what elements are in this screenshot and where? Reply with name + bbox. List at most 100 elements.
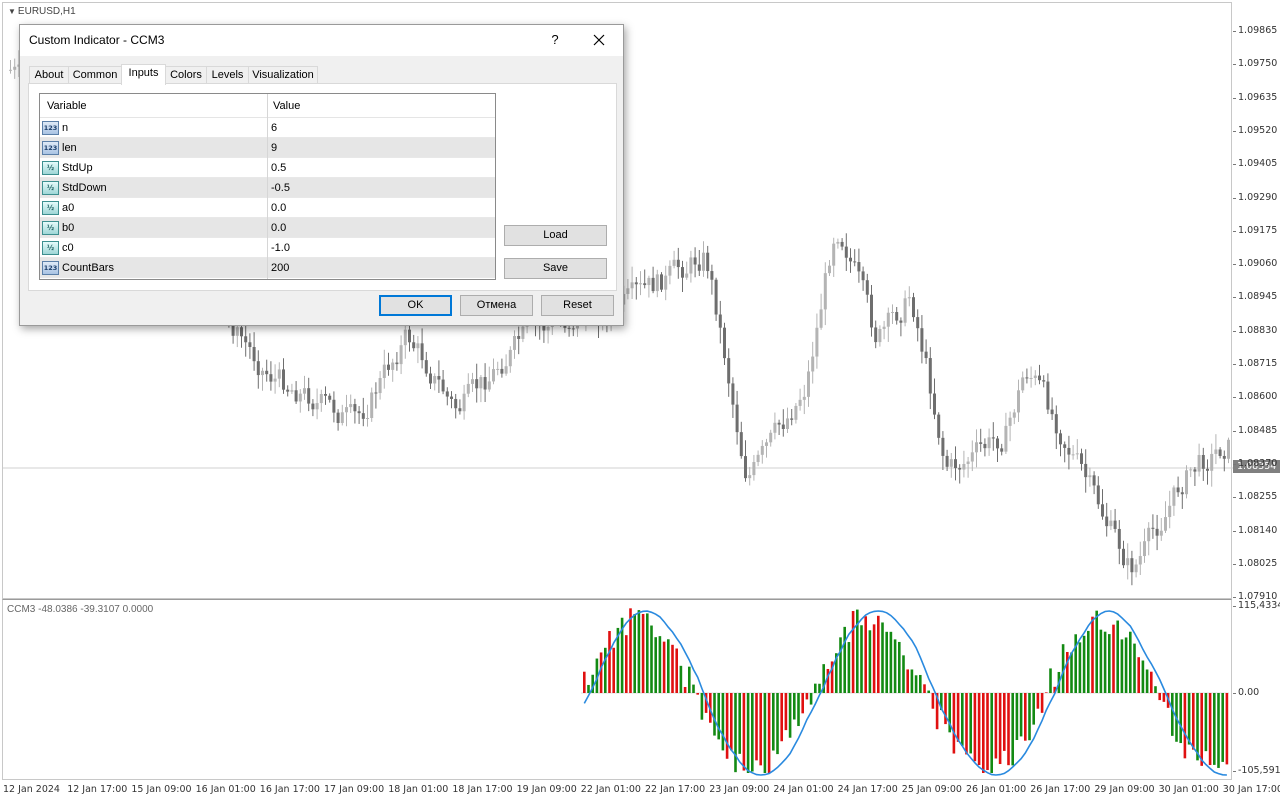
tab-inputs[interactable]: Inputs xyxy=(121,64,166,85)
param-value[interactable]: -1.0 xyxy=(271,242,290,254)
price-tick-label: 1.09520 xyxy=(1232,124,1278,136)
histogram-bar-down xyxy=(1024,693,1027,741)
bullish-candle xyxy=(966,461,970,464)
tab-about[interactable]: About xyxy=(29,66,69,84)
help-button[interactable]: ? xyxy=(542,28,568,52)
dialog-titlebar[interactable]: Custom Indicator - CCM3 ? xyxy=(20,25,623,56)
bullish-candle xyxy=(340,412,344,423)
bullish-candle xyxy=(1210,453,1214,471)
bearish-candle xyxy=(899,320,903,323)
column-separator[interactable] xyxy=(267,94,268,279)
bearish-candle xyxy=(849,257,852,262)
reset-button[interactable]: Reset xyxy=(541,295,614,316)
histogram-bar-up xyxy=(746,693,750,773)
bullish-candle xyxy=(546,326,550,331)
bullish-candle xyxy=(235,327,239,336)
symbol-tag: ▼ EURUSD,H1 xyxy=(8,6,76,17)
histogram-bar-up xyxy=(650,625,653,693)
bullish-candle xyxy=(349,404,353,408)
histogram-bar-up xyxy=(1103,631,1107,693)
bearish-candle xyxy=(1180,492,1184,495)
histogram-bar-down xyxy=(683,686,687,693)
bullish-candle xyxy=(664,275,668,290)
histogram-bar-down xyxy=(583,671,586,693)
histogram-bar-up xyxy=(793,693,796,720)
histogram-bar-down xyxy=(1225,693,1229,765)
indicator-subwindow[interactable]: CCM3 -48.0386 -39.3107 0.0000 xyxy=(2,599,1232,780)
tab-colors[interactable]: Colors xyxy=(165,66,207,84)
bearish-candle xyxy=(1096,485,1100,505)
inputs-panel: Variable Value 123 n 6 123 len 9 ½ StdUp 0.5 ½ Std… xyxy=(28,83,617,291)
bearish-candle xyxy=(983,443,987,449)
histogram-bar-down xyxy=(625,635,628,693)
bullish-candle xyxy=(1214,449,1218,454)
bearish-candle xyxy=(1038,375,1041,381)
bearish-candle xyxy=(844,246,848,258)
price-tick-label: 1.08945 xyxy=(1232,291,1278,303)
param-value[interactable]: 200 xyxy=(271,262,289,274)
inputs-grid[interactable]: Variable Value 123 n 6 123 len 9 ½ StdUp 0.5 ½ Std… xyxy=(39,93,496,280)
price-axis[interactable]: 1.08354 115,4334 0.00 -105,5916 1.098651… xyxy=(1232,0,1280,780)
param-value[interactable]: 0.0 xyxy=(271,222,286,234)
histogram-bar-up xyxy=(587,684,590,693)
time-axis[interactable]: 12 Jan 2024 12 Jan 17:00 15 Jan 09:00 16 Ja… xyxy=(0,780,1280,800)
dropdown-triangle-icon[interactable]: ▼ xyxy=(8,7,16,16)
indicator-min-label: -105,5916 xyxy=(1233,765,1280,776)
tab-common[interactable]: Common xyxy=(68,66,122,84)
cancel-button[interactable]: Отмена xyxy=(460,295,533,316)
time-tick-label: 22 Jan 17:00 xyxy=(645,784,706,795)
price-tick-label: 1.08025 xyxy=(1232,557,1278,569)
load-button[interactable]: Load xyxy=(504,225,607,246)
param-value[interactable]: 0.0 xyxy=(271,202,286,214)
bearish-candle xyxy=(437,376,441,380)
bullish-candle xyxy=(466,383,470,394)
time-tick-label: 22 Jan 01:00 xyxy=(580,784,641,795)
bearish-candle xyxy=(475,379,479,389)
variable-column-header[interactable]: Variable xyxy=(47,100,87,112)
param-value[interactable]: 6 xyxy=(271,122,277,134)
bearish-candle xyxy=(454,398,458,409)
histogram-bar-up xyxy=(738,693,741,754)
time-tick-label: 30 Jan 17:00 xyxy=(1222,784,1280,795)
param-value[interactable]: 0.5 xyxy=(271,162,286,174)
price-tick-label: 1.07910 xyxy=(1232,591,1278,603)
value-column-header[interactable]: Value xyxy=(273,100,300,112)
bullish-candle xyxy=(668,265,672,276)
bullish-candle xyxy=(786,418,789,429)
histogram-bar-up xyxy=(919,674,922,693)
tab-visualization[interactable]: Visualization xyxy=(248,66,318,84)
histogram-bar-down xyxy=(1192,693,1195,750)
bearish-candle xyxy=(252,347,256,362)
bearish-candle xyxy=(634,282,638,285)
param-value[interactable]: -0.5 xyxy=(271,182,290,194)
close-button[interactable] xyxy=(586,28,612,52)
ok-button[interactable]: OK xyxy=(379,295,452,316)
bullish-candle xyxy=(479,377,483,389)
bearish-candle xyxy=(1042,380,1046,382)
bullish-candle xyxy=(886,312,890,327)
bearish-candle xyxy=(424,360,428,374)
bearish-candle xyxy=(1201,454,1205,469)
histogram-bar-up xyxy=(814,683,817,693)
ccm3-histogram xyxy=(581,608,1229,776)
histogram-bar-down xyxy=(1045,692,1048,693)
bullish-candle xyxy=(303,388,306,394)
save-button[interactable]: Save xyxy=(504,258,607,279)
histogram-bar-up xyxy=(885,631,888,693)
bullish-candle xyxy=(1021,377,1025,391)
dialog-title: Custom Indicator - CCM3 xyxy=(29,33,165,47)
bearish-candle xyxy=(1222,455,1226,459)
histogram-bar-down xyxy=(1066,651,1069,693)
time-tick-label: 26 Jan 01:00 xyxy=(966,784,1027,795)
histogram-bar-down xyxy=(662,641,666,693)
integer-type-icon: 123 xyxy=(42,261,59,275)
histogram-bar-down xyxy=(784,693,788,731)
bearish-candle xyxy=(676,259,680,268)
tab-levels[interactable]: Levels xyxy=(206,66,249,84)
param-value[interactable]: 9 xyxy=(271,142,277,154)
histogram-bar-down xyxy=(977,693,981,766)
bearish-candle xyxy=(1063,444,1067,448)
time-tick-label: 24 Jan 01:00 xyxy=(773,784,834,795)
bullish-candle xyxy=(391,362,395,370)
histogram-bar-up xyxy=(1116,620,1119,693)
